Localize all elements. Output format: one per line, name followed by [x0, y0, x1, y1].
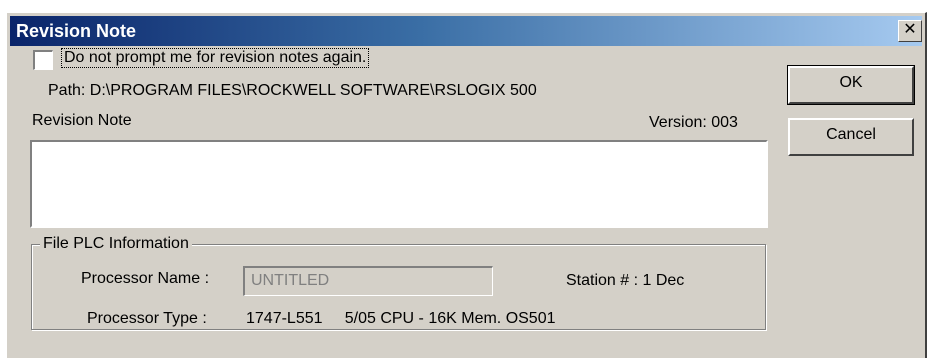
processor-type-value: 1747-L551 5/05 CPU - 16K Mem. OS501 [246, 310, 556, 327]
station-number: Station # : 1 Dec [566, 272, 685, 289]
processor-name-field: UNTITLED [243, 266, 493, 296]
revision-note-label: Revision Note [32, 112, 132, 129]
cancel-button[interactable]: Cancel [788, 118, 914, 156]
title-bar[interactable]: Revision Note ✕ [10, 16, 922, 46]
file-path: Path: D:\PROGRAM FILES\ROCKWELL SOFTWARE… [48, 82, 537, 99]
close-icon[interactable]: ✕ [898, 20, 922, 42]
do-not-prompt-checkbox[interactable] [33, 50, 53, 70]
do-not-prompt-label[interactable]: Do not prompt me for revision notes agai… [60, 48, 370, 68]
processor-name-label: Processor Name : [81, 270, 210, 287]
processor-type-label: Processor Type : [87, 310, 207, 327]
ok-button[interactable]: OK [787, 65, 915, 105]
dialog-title: Revision Note [16, 21, 137, 41]
file-plc-information-title: File PLC Information [40, 235, 192, 253]
version-number: Version: 003 [649, 114, 738, 131]
revision-note-input[interactable] [30, 140, 768, 228]
